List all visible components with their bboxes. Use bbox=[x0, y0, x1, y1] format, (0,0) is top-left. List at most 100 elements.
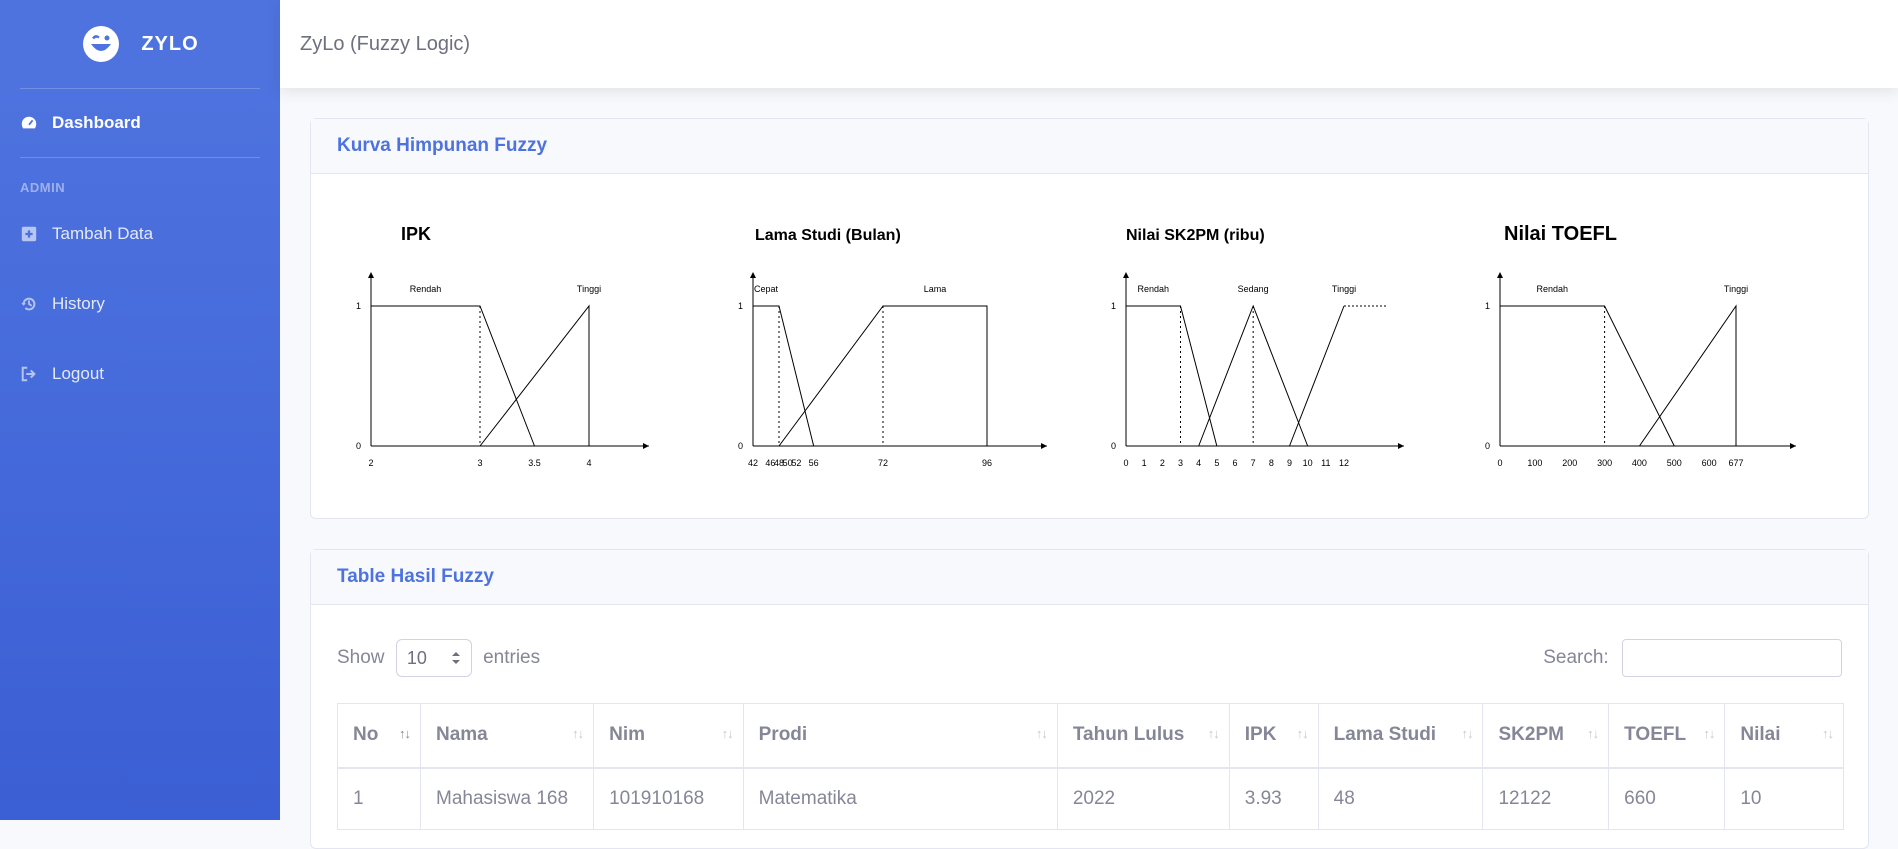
search-label: Search: bbox=[1543, 647, 1609, 669]
x-tick-label: 100 bbox=[1527, 458, 1542, 468]
sidebar-item-label: Dashboard bbox=[52, 113, 141, 132]
column-header-label: Tahun Lulus bbox=[1072, 724, 1185, 746]
x-tick-label: 9 bbox=[1286, 458, 1291, 468]
column-header-label: TOEFL bbox=[1624, 724, 1687, 746]
y-axis-arrow bbox=[750, 272, 757, 278]
chart-title: IPK bbox=[401, 224, 431, 244]
x-tick-label: 500 bbox=[1667, 458, 1682, 468]
column-header[interactable]: No ↑↓ bbox=[337, 703, 421, 769]
x-tick-label: 10 bbox=[1302, 458, 1312, 468]
x-tick-label: 600 bbox=[1701, 458, 1716, 468]
column-header-label: No bbox=[353, 724, 379, 746]
page-length-select[interactable]: 10 bbox=[395, 639, 472, 677]
x-tick-label: 0 bbox=[1497, 458, 1502, 468]
chart-svg: Nilai SK2PM (ribu)100 1 2 3 4 5 6 7 8 9 10 11 12Rend… bbox=[1110, 227, 1404, 468]
table-cell: 1 bbox=[337, 767, 421, 830]
column-header[interactable]: Nilai ↑↓ bbox=[1724, 703, 1844, 769]
series-label: Tinggi bbox=[577, 284, 601, 294]
table-cell: Matematika bbox=[742, 767, 1058, 830]
tachometer-icon bbox=[21, 116, 37, 129]
membership-line bbox=[1638, 304, 1737, 447]
series-label: Tinggi bbox=[1724, 284, 1748, 294]
card-header: Table Hasil Fuzzy bbox=[311, 550, 1868, 605]
laugh-wink-icon bbox=[83, 26, 120, 62]
search-input[interactable] bbox=[1622, 639, 1842, 677]
table-header-row: No ↑↓ Nama ↑↓ Nim ↑↓ Prodi ↑↓ Tahun Lulus ↑↓ IPK ↑↓… bbox=[337, 703, 1844, 769]
membership-line bbox=[1125, 305, 1217, 447]
x-tick-label: 400 bbox=[1632, 458, 1647, 468]
sidebar: ZYLO Dashboard ADMIN Tambah Data History… bbox=[0, 0, 280, 820]
x-tick-label: 3 bbox=[1177, 458, 1182, 468]
sort-caret-icon bbox=[451, 652, 460, 664]
column-header-label: Nilai bbox=[1740, 724, 1781, 746]
chart-svg: Nilai TOEFL100 100 200 300 400 500 600 677Renda… bbox=[1485, 223, 1796, 468]
x-tick-label: 8 bbox=[1268, 458, 1273, 468]
sidebar-brand[interactable]: ZYLO bbox=[0, 0, 280, 88]
x-axis-arrow bbox=[1789, 443, 1796, 449]
sort-icon: ↑↓ bbox=[1587, 726, 1599, 741]
column-header[interactable]: IPK ↑↓ bbox=[1228, 703, 1319, 769]
chart-svg: Lama Studi (Bulan)1042 46485052 56 72 96Cepa… bbox=[738, 227, 1048, 468]
x-tick-label: 2 bbox=[1159, 458, 1164, 468]
sidebar-heading: ADMIN bbox=[20, 180, 66, 195]
table-cell: 3.93 bbox=[1228, 767, 1319, 830]
sidebar-item-logout[interactable]: Logout bbox=[0, 339, 280, 409]
sidebar-item-tambah-data[interactable]: Tambah Data bbox=[0, 199, 280, 269]
search-control: Search: bbox=[1543, 639, 1842, 677]
series-label: Tinggi bbox=[1331, 284, 1355, 294]
table-cell: 101910168 bbox=[593, 767, 744, 830]
x-tick-label: 72 bbox=[878, 458, 888, 468]
show-label: Show bbox=[337, 647, 385, 669]
y-tick-label: 0 bbox=[1110, 441, 1115, 451]
column-header-label: Nim bbox=[609, 724, 646, 746]
table-cell: 12122 bbox=[1482, 767, 1610, 830]
table-row: 1 Mahasiswa 168 101910168 Matematika 2022 3.9… bbox=[337, 767, 1844, 830]
column-header[interactable]: Tahun Lulus ↑↓ bbox=[1056, 703, 1230, 769]
membership-line bbox=[753, 305, 815, 447]
sort-icon: ↑↓ bbox=[1207, 726, 1220, 741]
sort-icon: ↑↓ bbox=[721, 726, 734, 741]
column-header-label: IPK bbox=[1244, 724, 1277, 746]
y-tick-label: 0 bbox=[1485, 441, 1490, 451]
sidebar-item-label: History bbox=[52, 294, 105, 313]
datatable-controls: Show 10 entries Search: bbox=[311, 605, 1868, 685]
x-tick-label: 52 bbox=[792, 458, 802, 468]
fuzzy-chart-lama-studi: Lama Studi (Bulan) 1 0 42 46 48 50 52 56 72 96 Cepa… bbox=[713, 174, 1089, 518]
sidebar-item-dashboard[interactable]: Dashboard bbox=[0, 89, 280, 157]
x-tick-label: 11 bbox=[1321, 458, 1330, 468]
x-tick-label: 12 bbox=[1338, 458, 1348, 468]
series-label: Lama bbox=[924, 284, 947, 294]
x-tick-label: 677 bbox=[1728, 458, 1743, 468]
charts-row: IPK 1 0 2 3 3.5 4 Rendah Tinggi Lama Studi (Bula… bbox=[311, 174, 1868, 518]
y-tick-label: 0 bbox=[356, 441, 361, 451]
table-card: Table Hasil Fuzzy Show 10 entries Search… bbox=[310, 549, 1869, 849]
table-body: 1 Mahasiswa 168 101910168 Matematika 2022 3.9… bbox=[337, 767, 1844, 830]
series-label: Cepat bbox=[754, 284, 779, 294]
y-tick-label: 0 bbox=[738, 441, 743, 451]
chart-title: Nilai TOEFL bbox=[1504, 223, 1617, 245]
card-title: Kurva Himpunan Fuzzy bbox=[337, 135, 548, 156]
y-tick-label: 1 bbox=[356, 301, 361, 311]
column-header-label: Nama bbox=[436, 724, 488, 746]
column-header[interactable]: Lama Studi ↑↓ bbox=[1317, 703, 1484, 769]
results-table: No ↑↓ Nama ↑↓ Nim ↑↓ Prodi ↑↓ Tahun Lulus ↑↓ IPK ↑↓… bbox=[337, 703, 1844, 830]
series-label: Sedang bbox=[1237, 284, 1268, 294]
sort-icon: ↑↓ bbox=[1703, 726, 1715, 741]
x-tick-label: 4 bbox=[586, 458, 591, 468]
sort-icon: ↑↓ bbox=[399, 726, 411, 741]
column-header[interactable]: SK2PM ↑↓ bbox=[1482, 703, 1610, 769]
y-tick-label: 1 bbox=[738, 301, 743, 311]
column-header[interactable]: Prodi ↑↓ bbox=[742, 703, 1058, 769]
membership-line bbox=[1288, 305, 1344, 447]
x-tick-label: 3 bbox=[477, 458, 482, 468]
topbar: ZyLo (Fuzzy Logic) bbox=[280, 0, 1898, 88]
y-tick-label: 1 bbox=[1110, 301, 1115, 311]
sidebar-item-history[interactable]: History bbox=[0, 269, 280, 339]
series-label: Rendah bbox=[1536, 284, 1568, 294]
card-title: Table Hasil Fuzzy bbox=[337, 566, 494, 587]
column-header[interactable]: Nim ↑↓ bbox=[593, 703, 744, 769]
column-header[interactable]: TOEFL ↑↓ bbox=[1608, 703, 1726, 769]
table-cell: 2022 bbox=[1056, 767, 1230, 830]
x-tick-label: 300 bbox=[1597, 458, 1612, 468]
column-header[interactable]: Nama ↑↓ bbox=[419, 703, 595, 769]
